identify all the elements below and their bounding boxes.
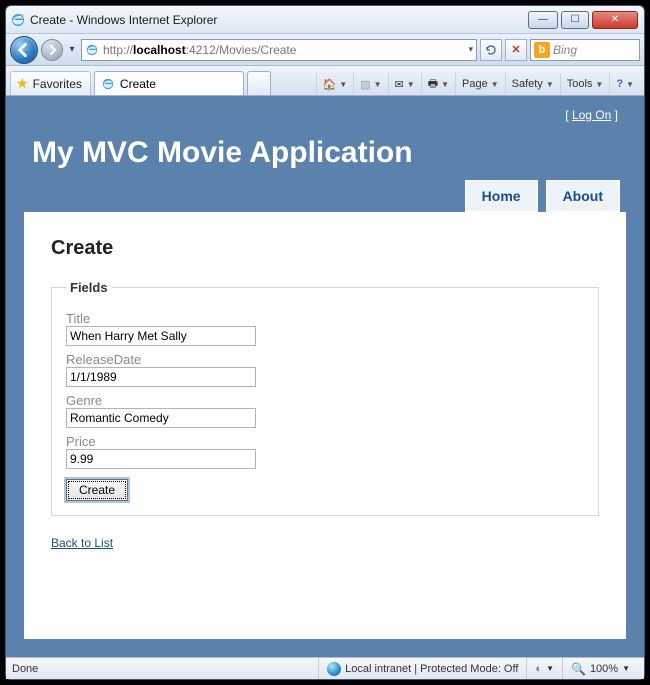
input-releasedate[interactable]: [66, 367, 256, 387]
bing-icon: b: [534, 42, 550, 58]
print-button[interactable]: 🖶▼: [421, 73, 455, 95]
minimize-button[interactable]: —: [528, 11, 558, 29]
stop-button[interactable]: ✕: [505, 39, 527, 61]
arrow-right-icon: [47, 45, 57, 55]
input-price[interactable]: [66, 449, 256, 469]
search-box[interactable]: b Bing: [530, 39, 640, 61]
mail-button[interactable]: ✉▼: [388, 73, 421, 95]
star-icon: ★: [16, 75, 29, 92]
favorites-button[interactable]: ★ Favorites: [10, 71, 91, 95]
protected-mode-section[interactable]: ◐▼: [526, 658, 562, 679]
page-heading: Create: [51, 237, 599, 266]
address-url: http://localhost:4212/Movies/Create: [103, 43, 464, 57]
help-button[interactable]: ?▼: [609, 73, 640, 95]
zone-section[interactable]: Local intranet | Protected Mode: Off: [318, 658, 526, 679]
nav-home[interactable]: Home: [465, 180, 538, 212]
feeds-button[interactable]: ▧▼: [353, 73, 387, 95]
magnifier-icon: 🔍: [571, 662, 586, 676]
window: Create - Windows Internet Explorer — ☐ ✕…: [5, 5, 645, 680]
page-menu[interactable]: Page▼: [455, 73, 505, 95]
tab-page-icon: [101, 77, 115, 91]
logon-link[interactable]: Log On: [572, 108, 611, 122]
shield-icon: ◐: [535, 663, 542, 675]
zone-text: Local intranet | Protected Mode: Off: [345, 663, 518, 675]
refresh-button[interactable]: [480, 39, 502, 61]
rss-icon: ▧: [360, 78, 370, 91]
tab-title: Create: [120, 77, 156, 91]
back-to-list-link[interactable]: Back to List: [51, 536, 599, 550]
zoom-value: 100%: [590, 663, 618, 675]
label-genre: Genre: [66, 393, 584, 408]
nav-about[interactable]: About: [546, 180, 620, 212]
favorites-label: Favorites: [33, 77, 82, 91]
nav-toolbar: ▾ http://localhost:4212/Movies/Create ▾ …: [6, 34, 644, 66]
maximize-button[interactable]: ☐: [561, 11, 589, 29]
tab-create[interactable]: Create: [94, 71, 244, 95]
address-bar[interactable]: http://localhost:4212/Movies/Create ▾: [81, 39, 477, 61]
fields-fieldset: Fields Title ReleaseDate Genre Price Cre…: [51, 280, 599, 516]
print-icon: 🖶: [428, 75, 438, 94]
address-dropdown-icon[interactable]: ▾: [468, 44, 473, 55]
status-bar: Done Local intranet | Protected Mode: Of…: [6, 657, 644, 679]
home-button[interactable]: 🏠▼: [316, 73, 354, 95]
input-genre[interactable]: [66, 408, 256, 428]
content: Create Fields Title ReleaseDate Genre Pr…: [24, 212, 626, 639]
window-title: Create - Windows Internet Explorer: [30, 13, 528, 27]
refresh-icon: [485, 44, 497, 56]
viewport: [ Log On ] My MVC Movie Application Home…: [6, 96, 644, 657]
stop-icon: ✕: [511, 43, 520, 56]
back-button[interactable]: [10, 36, 38, 64]
titlebar: Create - Windows Internet Explorer — ☐ ✕: [6, 6, 644, 34]
label-title: Title: [66, 311, 584, 326]
forward-button[interactable]: [41, 39, 63, 61]
safety-menu[interactable]: Safety▼: [505, 73, 560, 95]
logon-area: [ Log On ]: [24, 102, 626, 132]
mail-icon: ✉: [395, 78, 404, 91]
label-price: Price: [66, 434, 584, 449]
arrow-left-icon: [17, 43, 31, 57]
app-title: My MVC Movie Application: [24, 132, 626, 180]
create-button[interactable]: Create: [66, 479, 128, 501]
page: [ Log On ] My MVC Movie Application Home…: [6, 96, 644, 657]
command-bar: 🏠▼ ▧▼ ✉▼ 🖶▼ Page▼ Safety▼ Tools▼ ?▼: [316, 73, 640, 95]
page-icon: [85, 43, 99, 57]
globe-icon: [327, 662, 341, 676]
tools-menu[interactable]: Tools▼: [560, 73, 610, 95]
window-controls: — ☐ ✕: [528, 11, 638, 29]
help-icon: ?: [616, 78, 623, 90]
new-tab-button[interactable]: [247, 71, 271, 95]
home-icon: 🏠: [323, 78, 337, 91]
input-title[interactable]: [66, 326, 256, 346]
history-dropdown[interactable]: ▾: [66, 44, 78, 55]
zoom-section[interactable]: 🔍 100% ▼: [562, 658, 638, 679]
label-releasedate: ReleaseDate: [66, 352, 584, 367]
fieldset-legend: Fields: [66, 280, 112, 295]
search-placeholder: Bing: [553, 43, 577, 57]
ie-logo-icon: [10, 12, 26, 28]
close-button[interactable]: ✕: [592, 11, 638, 29]
tab-toolbar: ★ Favorites Create 🏠▼ ▧▼ ✉▼ 🖶▼ Page▼ Saf…: [6, 66, 644, 96]
nav-tabs: Home About: [24, 180, 626, 212]
status-text: Done: [12, 663, 38, 675]
